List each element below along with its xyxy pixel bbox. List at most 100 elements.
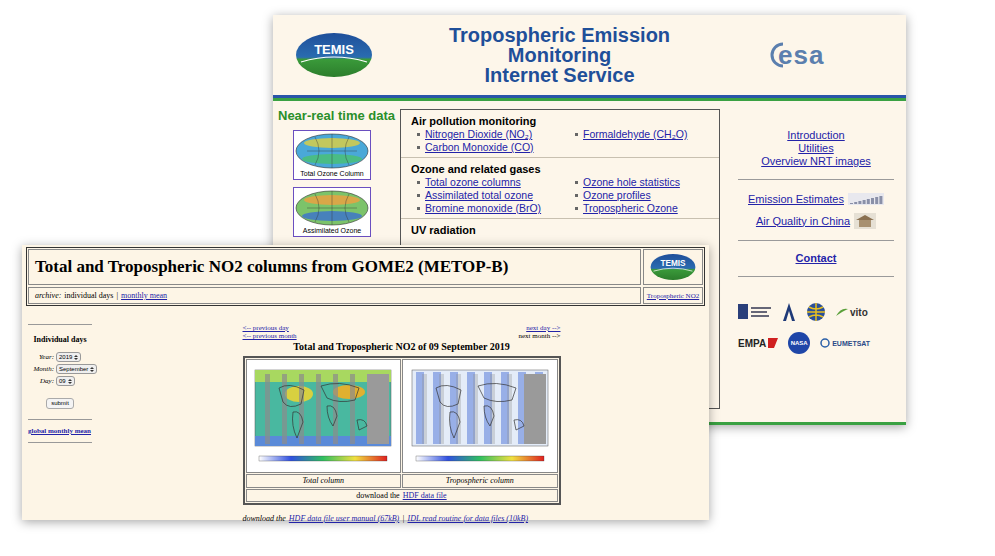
menu-link[interactable]: Formaldehyde (CH₂O) bbox=[583, 128, 687, 141]
nav-link[interactable]: <-- previous month bbox=[243, 332, 297, 340]
nav-back: <-- previous day<-- previous month bbox=[243, 324, 297, 340]
footer-link[interactable]: IDL read routine for data files (10kB) bbox=[407, 514, 528, 523]
day-title: Total and Tropospheric NO2 of 09 Septemb… bbox=[293, 341, 509, 352]
side-link[interactable]: Utilities bbox=[730, 142, 902, 155]
menu-item[interactable]: Total ozone columns bbox=[411, 176, 569, 189]
aeronomy-logo-icon bbox=[782, 302, 796, 322]
bullet-icon bbox=[417, 146, 420, 149]
menu-link[interactable]: Bromine monoxide (BrO) bbox=[425, 202, 541, 215]
select-arrows-icon bbox=[90, 367, 94, 372]
menu-section: Ozone and related gases Total ozone colu… bbox=[401, 157, 719, 218]
no2-map-icon bbox=[406, 360, 554, 472]
nav-link[interactable]: <-- previous day bbox=[243, 324, 297, 332]
side-link[interactable]: Overview NRT images bbox=[730, 155, 902, 168]
thumbnail-caption: Assimilated Ozone bbox=[295, 226, 369, 235]
separator bbox=[28, 442, 92, 443]
nrt-thumbnail[interactable]: Total Ozone Column bbox=[293, 130, 371, 180]
menu-item[interactable]: Tropospheric Ozone bbox=[569, 202, 709, 215]
map-cell[interactable] bbox=[402, 359, 558, 473]
download-footer: download the HDF data file user manual (… bbox=[243, 514, 561, 523]
section-links: Nitrogen Dioxide (NO₂) Carbon Monoxide (… bbox=[411, 128, 709, 154]
desktop: TEMIS Tropospheric EmissionMonitoringInt… bbox=[0, 0, 995, 556]
section-heading: UV radiation bbox=[411, 223, 709, 237]
archive-view[interactable]: monthly mean bbox=[121, 291, 167, 300]
menu-item[interactable]: Ozone hole statistics bbox=[569, 176, 709, 189]
archive-bar: archive: individual days| monthly mean bbox=[28, 287, 641, 304]
emission-chart-icon bbox=[848, 193, 884, 205]
china-photo-icon bbox=[854, 213, 876, 229]
hdf-link[interactable]: HDF data file bbox=[403, 490, 447, 501]
select-arrows-icon bbox=[68, 379, 72, 384]
menu-item[interactable]: Nitrogen Dioxide (NO₂) bbox=[411, 128, 569, 141]
menu-link[interactable]: Tropospheric Ozone bbox=[583, 202, 678, 215]
menu-item[interactable]: Bromine monoxide (BrO) bbox=[411, 202, 569, 215]
partner-name: EMPA bbox=[738, 338, 766, 349]
side-links: IntroductionUtilitiesOverview NRT images bbox=[730, 109, 902, 168]
archive-view: individual days bbox=[64, 291, 113, 300]
nrt-thumbnail[interactable]: Assimilated Ozone bbox=[293, 187, 371, 237]
contact-link[interactable]: Contact bbox=[730, 252, 902, 265]
side-column: IntroductionUtilitiesOverview NRT images… bbox=[730, 109, 906, 422]
select-value: September bbox=[59, 365, 88, 373]
partner-logo[interactable]: vito bbox=[836, 307, 868, 318]
bullet-icon bbox=[575, 133, 578, 136]
monthly-mean-link[interactable]: global monthly mean bbox=[28, 427, 92, 435]
logo-cell: TEMIS bbox=[643, 249, 703, 285]
bullet-icon bbox=[575, 181, 578, 184]
partner-logo[interactable]: EMPA bbox=[738, 338, 778, 349]
partner-logo[interactable] bbox=[806, 302, 826, 322]
menu-link[interactable]: Ozone hole statistics bbox=[583, 176, 680, 189]
link-column: Formaldehyde (CH₂O) bbox=[569, 128, 709, 154]
partner-logo[interactable]: NASA bbox=[788, 332, 810, 354]
temis-logo[interactable]: TEMIS bbox=[295, 32, 373, 78]
date-panel: Individual days Year: 2019 Month: Septem… bbox=[26, 324, 92, 523]
temis-logo[interactable]: TEMIS bbox=[650, 253, 696, 281]
link-column: Nitrogen Dioxide (NO₂) Carbon Monoxide (… bbox=[411, 128, 569, 154]
separator bbox=[28, 419, 92, 420]
section-heading: Air pollution monitoring bbox=[411, 114, 709, 128]
partner-logo[interactable] bbox=[738, 303, 772, 321]
separator bbox=[738, 240, 894, 241]
site-title: Tropospheric EmissionMonitoringInternet … bbox=[383, 25, 736, 85]
date-select[interactable]: 09 bbox=[56, 376, 75, 386]
map-caption: Tropospheric column bbox=[402, 474, 558, 488]
title-line: Tropospheric Emission bbox=[383, 25, 736, 45]
separator: | bbox=[116, 291, 118, 300]
menu-section: Air pollution monitoring Nitrogen Dioxid… bbox=[401, 110, 719, 157]
map-cell[interactable] bbox=[246, 359, 402, 473]
menu-link[interactable]: Total ozone columns bbox=[425, 176, 521, 189]
nrt-heading: Near-real time data bbox=[278, 109, 390, 123]
partner-logo[interactable] bbox=[782, 302, 796, 322]
menu-link[interactable]: Ozone profiles bbox=[583, 189, 651, 202]
feature-link[interactable]: Air Quality in China bbox=[730, 213, 902, 229]
tropospheric-no2-link[interactable]: Tropospheric NO2 bbox=[647, 292, 699, 300]
menu-item[interactable]: Carbon Monoxide (CO) bbox=[411, 141, 569, 154]
menu-item[interactable]: Ozone profiles bbox=[569, 189, 709, 202]
map-caption: Total column bbox=[246, 474, 402, 488]
date-select[interactable]: 2019 bbox=[56, 352, 81, 362]
menu-link[interactable]: Carbon Monoxide (CO) bbox=[425, 141, 534, 154]
section-heading: Ozone and related gases bbox=[411, 162, 709, 176]
partner-name: EUMETSAT bbox=[832, 338, 870, 349]
menu-link[interactable]: Assimilated total ozone bbox=[425, 189, 533, 202]
no2-map-icon bbox=[249, 360, 397, 472]
esa-logo[interactable]: esa bbox=[736, 40, 906, 71]
date-select[interactable]: September bbox=[56, 364, 97, 374]
menu-link[interactable]: Nitrogen Dioxide (NO₂) bbox=[425, 128, 532, 141]
feature-link-text[interactable]: Air Quality in China bbox=[756, 215, 850, 228]
date-navigation: <-- previous day<-- previous month next … bbox=[243, 324, 561, 340]
thumbnail-caption: Total Ozone Column bbox=[295, 169, 369, 178]
title-line: Internet Service bbox=[383, 65, 736, 85]
menu-item[interactable]: Assimilated total ozone bbox=[411, 189, 569, 202]
partner-row: vito bbox=[738, 302, 898, 322]
submit-button[interactable]: submit bbox=[46, 398, 74, 409]
menu-item[interactable]: Formaldehyde (CH₂O) bbox=[569, 128, 709, 141]
partner-logo[interactable]: EUMETSAT bbox=[820, 338, 870, 349]
feature-link-text[interactable]: Emission Estimates bbox=[748, 193, 844, 206]
feature-link[interactable]: Emission Estimates bbox=[730, 191, 902, 207]
footer-link[interactable]: HDF data file user manual (67kB) bbox=[289, 514, 399, 523]
separator bbox=[738, 179, 894, 180]
nav-link[interactable]: next day --> bbox=[526, 324, 560, 332]
no2-page-window: Total and Tropospheric NO2 columns from … bbox=[22, 245, 709, 520]
side-link[interactable]: Introduction bbox=[730, 129, 902, 142]
